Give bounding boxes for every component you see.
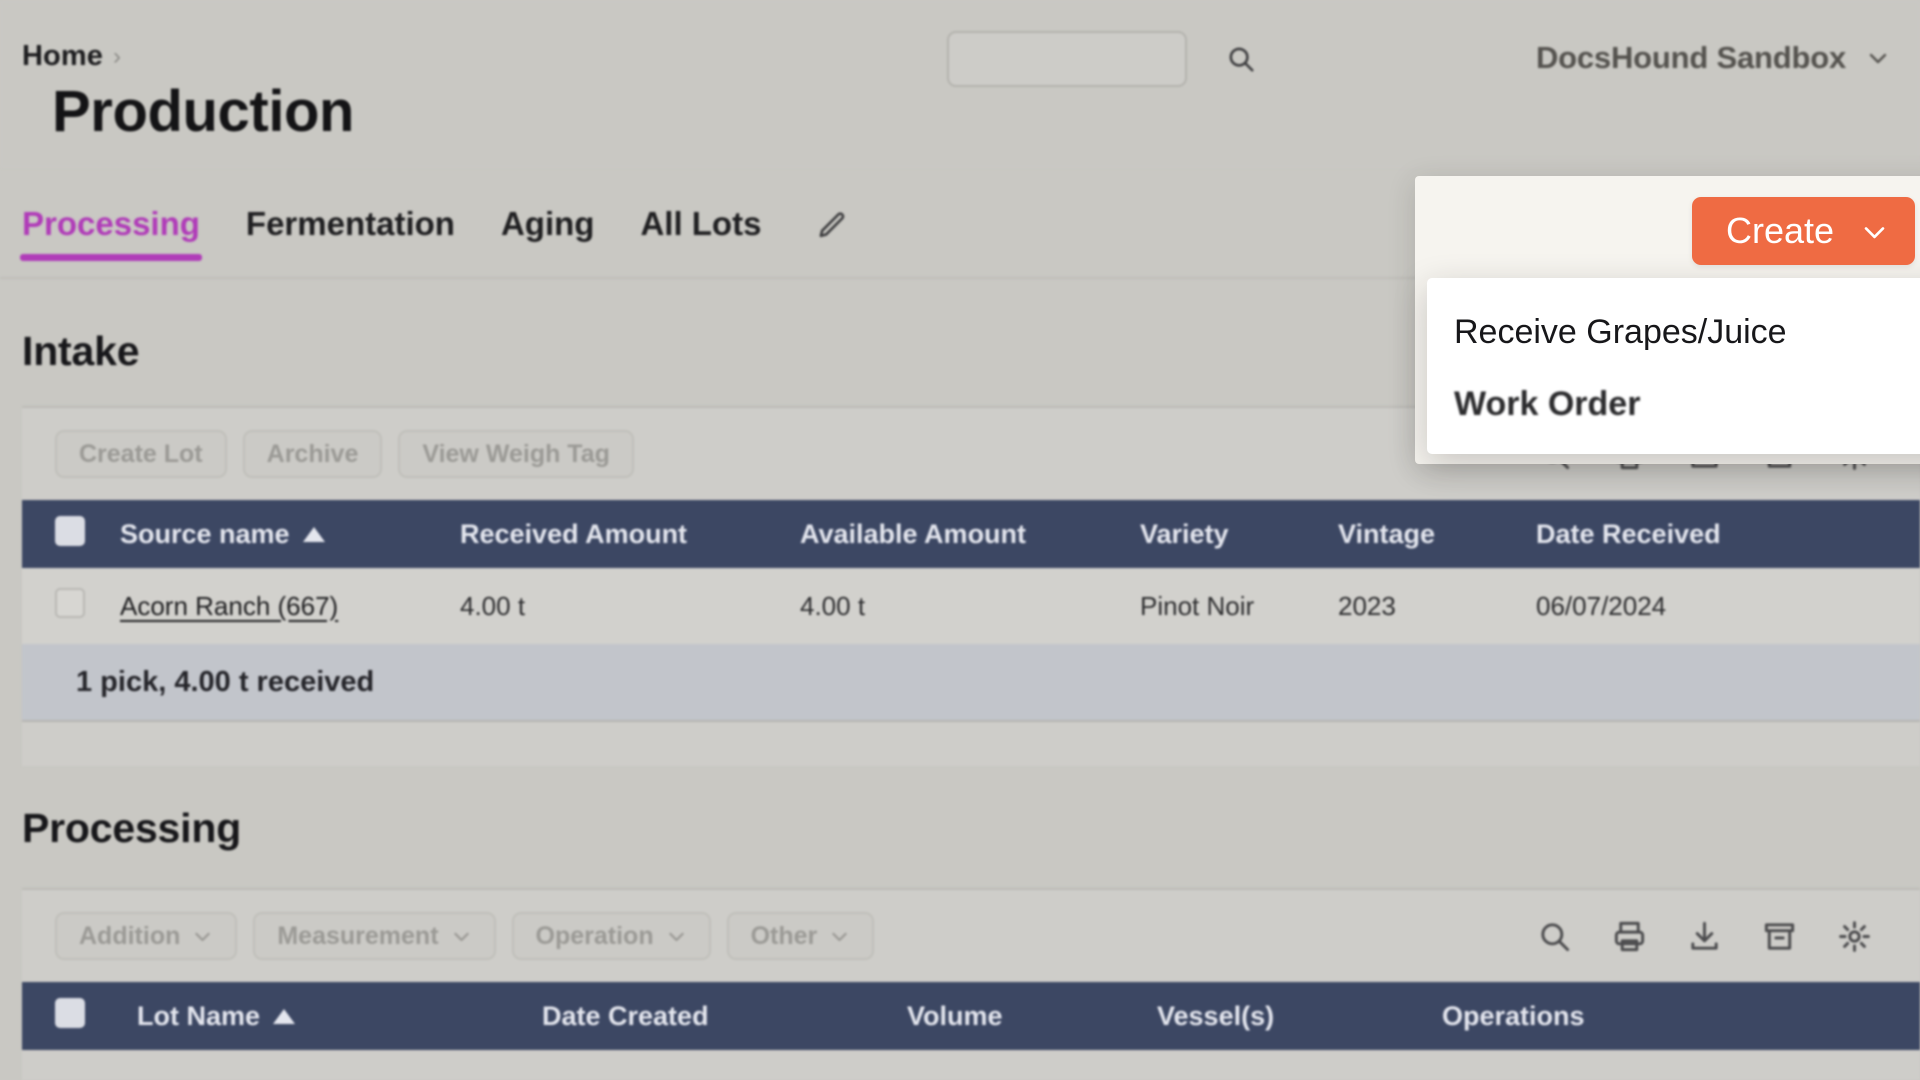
cell-available-amount: 4.00 t	[800, 590, 866, 621]
table-header-row: Source name Received Amount Available Am…	[22, 500, 1920, 568]
column-operations[interactable]: Operations	[1442, 982, 1920, 1050]
column-received-amount[interactable]: Received Amount	[460, 500, 800, 568]
breadcrumb-home-link[interactable]: Home	[22, 40, 103, 73]
intake-table: Source name Received Amount Available Am…	[22, 500, 1920, 644]
tab-processing[interactable]: Processing	[20, 205, 202, 261]
processing-table: Lot Name Date Created Volume Vessel(s) O…	[22, 982, 1920, 1050]
tab-label: Aging	[500, 205, 595, 242]
select-all-header[interactable]	[22, 982, 137, 1050]
table-header-row: Lot Name Date Created Volume Vessel(s) O…	[22, 982, 1920, 1050]
top-bar: Home › Production DocsHound Sandbox	[0, 0, 1920, 168]
section-tabs: Processing Fermentation Aging All Lots	[20, 205, 848, 261]
column-vintage[interactable]: Vintage	[1338, 500, 1536, 568]
search-icon[interactable]	[1537, 919, 1572, 954]
cell-date-received: 06/07/2024	[1536, 590, 1667, 621]
column-label: Lot Name	[137, 1000, 261, 1031]
sort-ascending-icon	[273, 1008, 296, 1024]
chevron-down-icon	[1864, 226, 1885, 238]
tab-label: Fermentation	[245, 205, 455, 242]
account-name: DocsHound Sandbox	[1535, 40, 1846, 75]
chevron-down-icon	[453, 932, 469, 941]
column-lot-name[interactable]: Lot Name	[137, 982, 542, 1050]
select-all-checkbox[interactable]	[55, 515, 85, 546]
menu-item-label: Receive Grapes/Juice	[1454, 312, 1787, 351]
measurement-dropdown[interactable]: Measurement	[253, 912, 496, 960]
breadcrumb-separator-icon: ›	[112, 42, 121, 70]
row-select-cell[interactable]	[22, 568, 120, 644]
create-lot-button[interactable]: Create Lot	[55, 430, 227, 478]
cell-vintage: 2023	[1338, 590, 1396, 621]
addition-dropdown[interactable]: Addition	[55, 912, 238, 960]
cell-received-amount: 4.00 t	[460, 590, 526, 621]
search-input[interactable]	[961, 47, 1226, 71]
breadcrumb: Home ›	[22, 40, 121, 73]
search-icon	[1229, 47, 1254, 72]
column-date-created[interactable]: Date Created	[542, 982, 907, 1050]
pencil-icon[interactable]	[817, 210, 848, 241]
column-available-amount[interactable]: Available Amount	[800, 500, 1140, 568]
menu-item-receive-grapes-juice[interactable]: Receive Grapes/Juice	[1427, 296, 1920, 368]
column-vessels[interactable]: Vessel(s)	[1157, 982, 1442, 1050]
operation-dropdown[interactable]: Operation	[511, 912, 711, 960]
view-weigh-tag-button[interactable]: View Weigh Tag	[398, 430, 634, 478]
chevron-down-icon	[832, 932, 848, 941]
chevron-down-icon	[1869, 53, 1887, 64]
button-label: Other	[750, 921, 818, 950]
other-dropdown[interactable]: Other	[726, 912, 875, 960]
global-search[interactable]	[947, 31, 1254, 87]
tab-aging[interactable]: Aging	[501, 205, 594, 261]
button-label: Addition	[79, 921, 181, 950]
intake-summary-bar: 1 pick, 4.00 t received	[22, 644, 1920, 722]
create-button-label: Create	[1726, 210, 1835, 251]
tab-label: All Lots	[640, 205, 762, 242]
column-source-name[interactable]: Source name	[120, 500, 460, 568]
select-all-checkbox[interactable]	[55, 997, 85, 1028]
download-icon[interactable]	[1687, 919, 1722, 954]
button-label: View Weigh Tag	[422, 439, 610, 468]
create-dropdown-menu: Receive Grapes/Juice Work Order	[1427, 278, 1920, 454]
intake-section-title: Intake	[22, 328, 140, 374]
page-root: Home › Production DocsHound Sandbox Proc…	[0, 0, 1920, 1080]
button-label: Measurement	[277, 921, 439, 950]
create-button[interactable]: Create	[1692, 197, 1916, 265]
column-variety[interactable]: Variety	[1140, 500, 1338, 568]
column-volume[interactable]: Volume	[907, 982, 1157, 1050]
processing-panel: Addition Measurement Operation Other Lot…	[22, 888, 1920, 1080]
chevron-down-icon	[195, 932, 211, 941]
tab-label: Processing	[22, 205, 200, 242]
settings-gear-icon[interactable]	[1837, 919, 1872, 954]
archive-button[interactable]: Archive	[242, 430, 383, 478]
processing-section-title: Processing	[22, 805, 242, 851]
chevron-down-icon	[668, 932, 684, 941]
button-label: Operation	[535, 921, 654, 950]
select-all-header[interactable]	[22, 500, 120, 568]
button-label: Create Lot	[79, 439, 203, 468]
cell-variety: Pinot Noir	[1140, 590, 1255, 621]
table-row[interactable]: Acorn Ranch (667) 4.00 t 4.00 t Pinot No…	[22, 568, 1920, 644]
print-icon[interactable]	[1612, 919, 1647, 954]
menu-item-work-order[interactable]: Work Order	[1427, 368, 1920, 440]
sort-ascending-icon	[302, 526, 325, 542]
processing-tool-icons	[1537, 919, 1872, 954]
menu-item-label: Work Order	[1454, 384, 1641, 423]
tab-all-lots[interactable]: All Lots	[640, 205, 761, 261]
cell-source-name[interactable]: Acorn Ranch (667)	[120, 568, 460, 644]
button-label: Archive	[266, 439, 359, 468]
column-label: Source name	[120, 518, 290, 549]
account-switcher[interactable]: DocsHound Sandbox	[1536, 40, 1890, 76]
page-title: Production	[52, 79, 355, 144]
column-date-received[interactable]: Date Received	[1536, 500, 1920, 568]
archive-icon[interactable]	[1762, 919, 1797, 954]
row-checkbox[interactable]	[55, 587, 85, 618]
tab-fermentation[interactable]: Fermentation	[246, 205, 455, 261]
processing-toolbar: Addition Measurement Operation Other	[22, 890, 1920, 982]
